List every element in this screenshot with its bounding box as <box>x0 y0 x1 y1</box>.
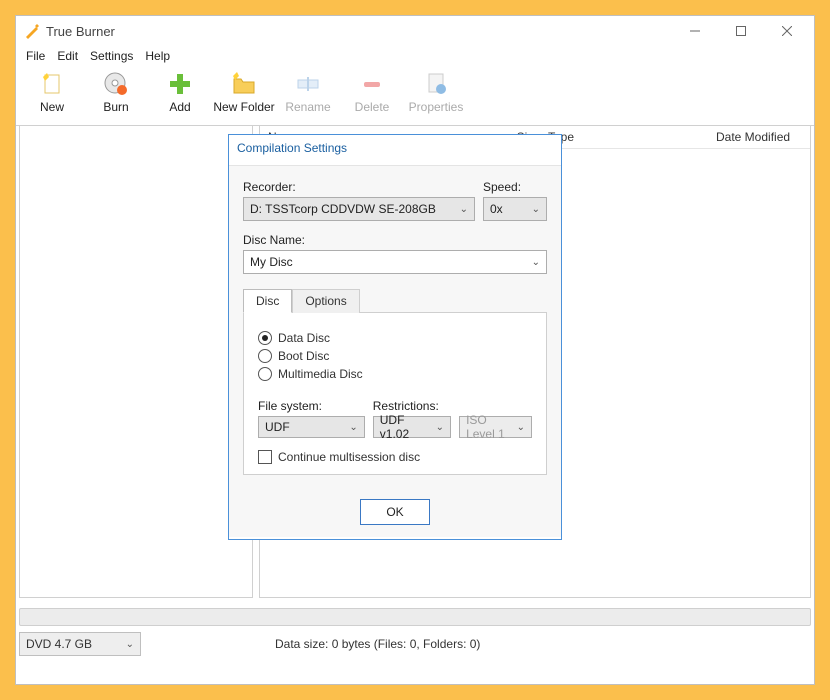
size-progress-row <box>19 608 811 628</box>
radio-icon <box>258 349 272 363</box>
chevron-down-icon: ⌄ <box>517 422 525 433</box>
file-system-label: File system: <box>258 399 365 413</box>
tab-disc[interactable]: Disc <box>243 289 292 313</box>
tab-options[interactable]: Options <box>292 289 359 313</box>
recorder-label: Recorder: <box>243 180 475 194</box>
properties-label: Properties <box>409 100 464 114</box>
new-button[interactable]: New <box>20 70 84 114</box>
title-bar: True Burner <box>16 16 814 46</box>
radio-multimedia-label: Multimedia Disc <box>278 367 363 381</box>
rename-label: Rename <box>285 100 330 114</box>
window-title: True Burner <box>46 24 115 39</box>
data-size-text: Data size: 0 bytes (Files: 0, Folders: 0… <box>275 637 480 651</box>
chevron-down-icon: ⌄ <box>126 639 134 650</box>
radio-data-disc[interactable]: Data Disc <box>258 331 532 345</box>
burn-disc-icon <box>102 70 130 98</box>
menu-file[interactable]: File <box>20 47 51 65</box>
menu-bar: File Edit Settings Help <box>16 46 814 66</box>
checkbox-icon <box>258 450 272 464</box>
menu-edit[interactable]: Edit <box>51 47 84 65</box>
new-folder-icon <box>230 70 258 98</box>
speed-value: 0x <box>490 202 503 216</box>
delete-icon <box>358 70 386 98</box>
recorder-select[interactable]: D: TSSTcorp CDDVDW SE-208GB ⌄ <box>243 197 475 221</box>
add-label: Add <box>169 100 190 114</box>
radio-boot-label: Boot Disc <box>278 349 329 363</box>
burn-button[interactable]: Burn <box>84 70 148 114</box>
radio-multimedia-disc[interactable]: Multimedia Disc <box>258 367 532 381</box>
burn-label: Burn <box>103 100 128 114</box>
file-system-value: UDF <box>265 420 290 434</box>
close-button[interactable] <box>764 16 810 46</box>
chevron-down-icon: ⌄ <box>349 422 357 433</box>
col-type[interactable]: Type <box>544 130 712 144</box>
rename-button[interactable]: Rename <box>276 70 340 114</box>
restrictions-select[interactable]: UDF v1.02 ⌄ <box>373 416 451 438</box>
new-folder-label: New Folder <box>213 100 274 114</box>
radio-selected-icon <box>258 331 272 345</box>
restrictions-label: Restrictions: <box>373 399 451 413</box>
file-system-select[interactable]: UDF ⌄ <box>258 416 365 438</box>
delete-label: Delete <box>355 100 390 114</box>
menu-help[interactable]: Help <box>139 47 176 65</box>
col-date[interactable]: Date Modified <box>712 130 810 144</box>
minimize-button[interactable] <box>672 16 718 46</box>
recorder-value: D: TSSTcorp CDDVDW SE-208GB <box>250 202 436 216</box>
new-folder-button[interactable]: New Folder <box>212 70 276 114</box>
radio-data-label: Data Disc <box>278 331 330 345</box>
radio-boot-disc[interactable]: Boot Disc <box>258 349 532 363</box>
chevron-down-icon: ⌄ <box>532 257 540 268</box>
maximize-button[interactable] <box>718 16 764 46</box>
menu-settings[interactable]: Settings <box>84 47 139 65</box>
disc-name-input[interactable]: My Disc ⌄ <box>243 250 547 274</box>
disc-name-label: Disc Name: <box>243 233 547 247</box>
ok-button[interactable]: OK <box>360 499 430 525</box>
media-size-select[interactable]: DVD 4.7 GB ⌄ <box>19 632 141 656</box>
multisession-checkbox[interactable]: Continue multisession disc <box>258 450 532 464</box>
media-size-value: DVD 4.7 GB <box>26 637 92 651</box>
chevron-down-icon: ⌄ <box>436 422 444 433</box>
dialog-title: Compilation Settings <box>229 135 561 166</box>
status-bar: DVD 4.7 GB ⌄ Data size: 0 bytes (Files: … <box>19 632 811 656</box>
new-label: New <box>40 100 64 114</box>
delete-button[interactable]: Delete <box>340 70 404 114</box>
speed-select[interactable]: 0x ⌄ <box>483 197 547 221</box>
disc-name-value: My Disc <box>250 255 293 269</box>
properties-button[interactable]: Properties <box>404 70 468 114</box>
rename-icon <box>294 70 322 98</box>
radio-icon <box>258 367 272 381</box>
add-icon <box>166 70 194 98</box>
chevron-down-icon: ⌄ <box>460 204 468 215</box>
iso-level-select: ISO Level 1 ⌄ <box>459 416 532 438</box>
properties-icon <box>422 70 450 98</box>
size-progress-bar <box>19 608 811 626</box>
new-file-icon <box>38 70 66 98</box>
iso-level-value: ISO Level 1 <box>466 413 517 441</box>
compilation-settings-dialog: Compilation Settings Recorder: D: TSSTco… <box>228 134 562 540</box>
app-icon <box>24 23 40 39</box>
tree-pane[interactable] <box>19 126 253 598</box>
restrictions-value: UDF v1.02 <box>380 413 436 441</box>
speed-label: Speed: <box>483 180 547 194</box>
toolbar: New Burn Add New Folder <box>16 66 814 125</box>
chevron-down-icon: ⌄ <box>532 204 540 215</box>
disc-tab-page: Data Disc Boot Disc Multimedia Disc File… <box>243 312 547 475</box>
multisession-label: Continue multisession disc <box>278 450 420 464</box>
iso-level-spacer <box>459 399 532 413</box>
add-button[interactable]: Add <box>148 70 212 114</box>
